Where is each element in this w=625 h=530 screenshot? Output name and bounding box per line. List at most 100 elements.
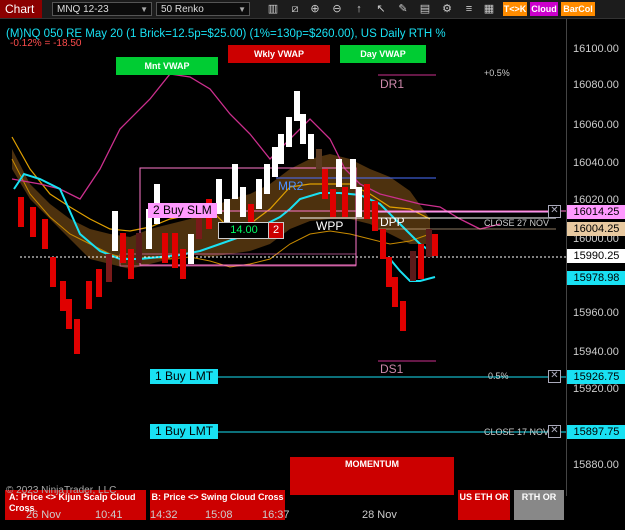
- y-tick: 16060.00: [573, 119, 619, 131]
- renko-brick: [294, 91, 300, 121]
- period-selector[interactable]: 50 Renko ▼: [156, 2, 250, 16]
- pointer-icon[interactable]: ↖: [374, 1, 388, 17]
- close-27-label: CLOSE 27 NOV: [484, 218, 550, 228]
- renko-brick: [180, 249, 186, 279]
- buy-lmt-order-2-label[interactable]: 1 Buy LMT: [150, 424, 219, 439]
- period-value: 50 Renko: [161, 4, 204, 15]
- price-chart-panel[interactable]: (M)NQ 050 RE May 20 (1 Brick=12.5p=$25.0…: [0, 19, 566, 520]
- renko-brick: [364, 184, 370, 219]
- y-tick: 15920.00: [573, 383, 619, 395]
- chart-svg: [11, 73, 566, 433]
- bars-icon[interactable]: ▥: [266, 1, 280, 17]
- renko-brick: [278, 134, 284, 164]
- arrow-up-icon[interactable]: ↑: [352, 1, 366, 17]
- x-tick: 16:37: [262, 509, 290, 521]
- cloud-badge-button[interactable]: Cloud: [530, 2, 558, 16]
- renko-brick: [286, 117, 292, 147]
- copyright-label: © 2023 NinjaTrader, LLC: [6, 485, 117, 496]
- renko-brick: [240, 187, 246, 217]
- renko-brick: [272, 147, 278, 177]
- x-tick: 10:41: [95, 509, 123, 521]
- pct-bottom-label: 0.5%: [488, 371, 509, 381]
- drawing-tools-icon[interactable]: ⧄: [288, 1, 302, 17]
- chevron-down-icon: ▼: [238, 5, 246, 14]
- renko-brick: [410, 251, 416, 281]
- renko-brick: [18, 197, 24, 227]
- buy-slm-order-label[interactable]: 2 Buy SLM: [148, 203, 217, 218]
- renko-brick: [66, 299, 72, 329]
- chart-toolbar: Chart MNQ 12-23 ▼ 50 Renko ▼ ▥ ⧄ ⊕ ⊖ ↑ ↖…: [0, 0, 625, 19]
- renko-brick: [136, 233, 142, 263]
- cancel-order-icon[interactable]: ✕: [548, 205, 561, 218]
- renko-brick: [308, 134, 314, 159]
- zoom-in-icon[interactable]: ⊕: [308, 1, 322, 17]
- x-tick: 14:32: [150, 509, 178, 521]
- renko-brick: [356, 187, 362, 217]
- renko-brick: [256, 179, 262, 209]
- instrument-value: MNQ 12-23: [57, 4, 109, 15]
- window-title: Chart: [0, 0, 42, 18]
- price-box-lmt-2: 15897.75: [567, 425, 625, 439]
- ds1-label: DS1: [380, 362, 404, 376]
- zoom-out-icon[interactable]: ⊖: [330, 1, 344, 17]
- y-tick: 16040.00: [573, 157, 619, 169]
- monthly-vwap-button[interactable]: Mnt VWAP: [116, 57, 218, 75]
- barcol-badge-button[interactable]: BarCol: [561, 2, 595, 16]
- renko-brick: [342, 187, 348, 217]
- x-tick: 28 Nov: [362, 509, 397, 521]
- buy-slm-price-field[interactable]: 14.00: [218, 222, 270, 239]
- renko-brick: [50, 257, 56, 287]
- renko-brick: [128, 249, 134, 279]
- chart-change-label: -0.12% = -18.50: [10, 38, 82, 49]
- renko-brick: [74, 319, 80, 354]
- renko-brick: [106, 254, 112, 282]
- tk-badge-button[interactable]: T<>K: [503, 2, 527, 16]
- gear-icon[interactable]: ⚙: [440, 1, 454, 17]
- pencil-icon[interactable]: ✎: [396, 1, 410, 17]
- chevron-down-icon: ▼: [140, 5, 148, 14]
- chart-trader-icon[interactable]: ▤: [418, 1, 432, 17]
- price-box-last: 15990.25: [567, 249, 625, 263]
- x-tick: 26 Nov: [26, 509, 61, 521]
- dpp-label: DPP: [380, 215, 405, 229]
- mr2-label: MR2: [278, 179, 304, 193]
- renko-brick: [372, 201, 378, 231]
- pct-top-label: +0.5%: [484, 68, 510, 78]
- alert-icon[interactable]: ≡: [462, 1, 476, 17]
- renko-brick: [300, 114, 306, 144]
- renko-brick: [426, 229, 432, 257]
- renko-brick: [418, 244, 424, 279]
- renko-brick: [232, 164, 238, 199]
- renko-brick: [380, 229, 386, 259]
- momentum-button[interactable]: MOMENTUM: [290, 457, 454, 495]
- price-box-lmt-1: 15926.75: [567, 370, 625, 384]
- y-tick: 15940.00: [573, 346, 619, 358]
- renko-brick: [188, 234, 194, 264]
- instrument-selector[interactable]: MNQ 12-23 ▼: [52, 2, 152, 16]
- renko-brick: [120, 233, 126, 263]
- price-box-slm: 16014.25: [567, 205, 625, 219]
- weekly-vwap-button[interactable]: Wkly VWAP: [228, 45, 330, 63]
- price-axis[interactable]: 16100.00 16080.00 16060.00 16040.00 1602…: [566, 19, 625, 496]
- renko-brick: [216, 179, 222, 214]
- daily-vwap-button[interactable]: Day VWAP: [340, 45, 426, 63]
- cancel-order-icon[interactable]: ✕: [548, 370, 561, 383]
- renko-brick: [386, 257, 392, 287]
- renko-brick: [336, 159, 342, 187]
- buy-lmt-order-1-label[interactable]: 1 Buy LMT: [150, 369, 219, 384]
- x-tick: 15:08: [205, 509, 233, 521]
- renko-brick: [322, 169, 328, 199]
- renko-brick: [432, 234, 438, 256]
- renko-brick: [350, 159, 356, 189]
- renko-brick: [264, 164, 270, 194]
- price-box-close: 16004.25: [567, 222, 625, 236]
- time-axis[interactable]: 26 Nov 10:41 14:32 15:08 16:37 28 Nov: [0, 500, 566, 530]
- renko-brick: [172, 233, 178, 268]
- price-box-trend: 15978.98: [567, 271, 625, 285]
- wpp-label: WPP: [316, 219, 344, 233]
- renko-brick: [30, 207, 36, 237]
- layout-icon[interactable]: ▦: [482, 1, 496, 17]
- buy-slm-qty-field[interactable]: 2: [268, 222, 284, 239]
- renko-brick: [96, 269, 102, 297]
- cancel-order-icon[interactable]: ✕: [548, 425, 561, 438]
